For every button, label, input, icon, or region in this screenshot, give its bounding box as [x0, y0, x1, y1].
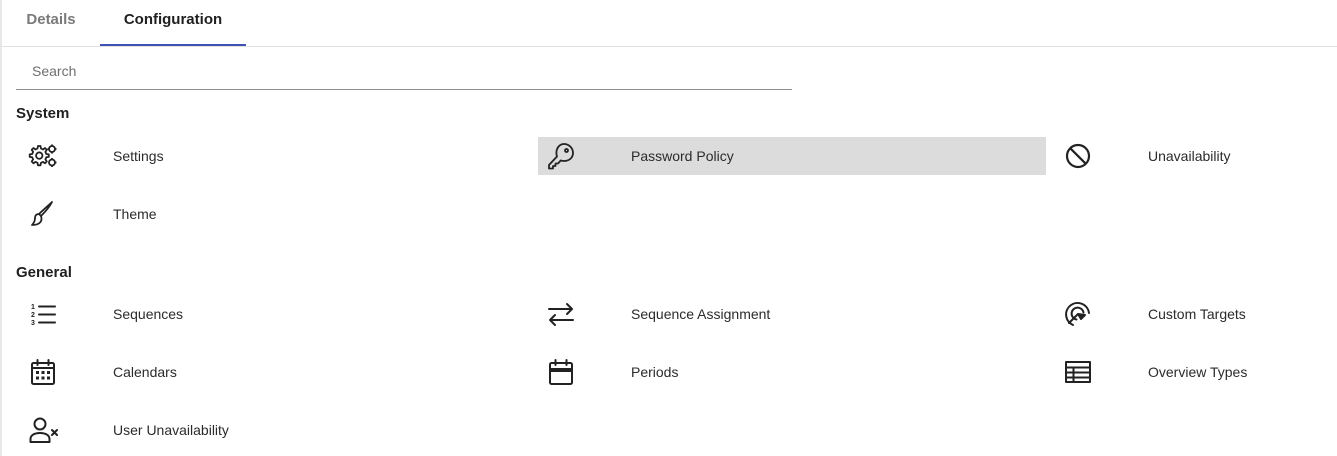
- tab-bar: Details Configuration: [2, 0, 1337, 47]
- config-item-sequence-assignment[interactable]: Sequence Assignment: [538, 295, 1046, 333]
- config-item-label: Calendars: [113, 364, 177, 380]
- config-item-label: Unavailability: [1148, 148, 1231, 164]
- brush-icon: [28, 199, 58, 229]
- search-input[interactable]: [16, 55, 792, 87]
- config-item-label: User Unavailability: [113, 422, 229, 438]
- target-icon: [1063, 299, 1093, 329]
- config-item-unavailability[interactable]: Unavailability: [1055, 137, 1335, 175]
- config-item-label: Theme: [113, 206, 157, 222]
- config-item-theme[interactable]: Theme: [20, 195, 528, 233]
- block-icon: [1063, 141, 1093, 171]
- config-item-periods[interactable]: Periods: [538, 353, 1046, 391]
- config-item-label: Settings: [113, 148, 164, 164]
- config-item-custom-targets[interactable]: Custom Targets: [1055, 295, 1335, 333]
- config-item-calendars[interactable]: Calendars: [20, 353, 528, 391]
- config-item-settings[interactable]: Settings: [20, 137, 528, 175]
- gears-icon: [28, 141, 58, 171]
- user-remove-icon: [28, 415, 58, 445]
- tab-details[interactable]: Details: [2, 0, 100, 46]
- section-title-general: General: [16, 264, 72, 281]
- config-item-label: Sequences: [113, 306, 184, 322]
- config-item-label: Sequence Assignment: [631, 306, 771, 322]
- configuration-page: Details Configuration System Settings Pa…: [0, 0, 1337, 456]
- key-icon: [546, 141, 576, 171]
- calendar-period-icon: [546, 357, 576, 387]
- calendar-icon: [28, 357, 58, 387]
- svg-text:2: 2: [31, 312, 35, 319]
- config-item-overview-types[interactable]: Overview Types: [1055, 353, 1335, 391]
- swap-arrows-icon: [546, 299, 576, 329]
- config-item-user-unavailability[interactable]: User Unavailability: [20, 411, 528, 449]
- config-item-label: Custom Targets: [1148, 306, 1246, 322]
- config-item-label: Overview Types: [1148, 364, 1248, 380]
- section-title-system: System: [16, 105, 70, 122]
- config-item-label: Periods: [631, 364, 679, 380]
- config-item-password-policy[interactable]: Password Policy: [538, 137, 1046, 175]
- table-icon: [1063, 357, 1093, 387]
- config-item-sequences[interactable]: 1 2 3 Sequences: [20, 295, 528, 333]
- numbered-list-icon: 1 2 3: [28, 299, 58, 329]
- search-field: [16, 55, 792, 90]
- svg-text:3: 3: [31, 320, 35, 327]
- svg-text:1: 1: [31, 304, 35, 311]
- tab-configuration[interactable]: Configuration: [100, 0, 246, 46]
- config-item-label: Password Policy: [631, 148, 734, 164]
